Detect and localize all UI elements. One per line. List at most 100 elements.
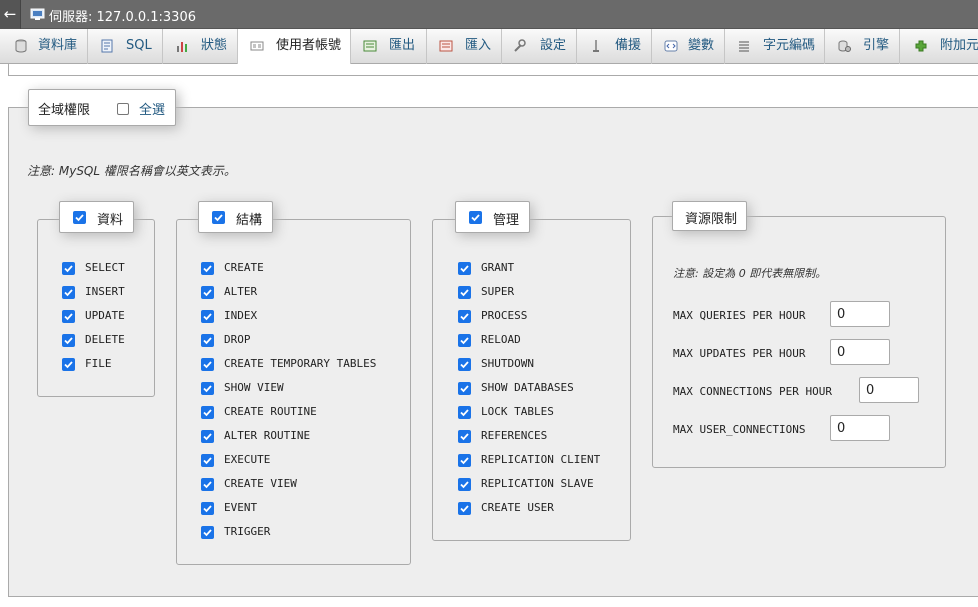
max-updates-input[interactable] xyxy=(830,339,890,365)
privilege-name: PROCESS xyxy=(481,309,528,322)
server-icon xyxy=(30,8,45,20)
max-queries-input[interactable] xyxy=(830,301,890,327)
privilege-name: RELOAD xyxy=(481,333,521,346)
privilege-checkbox[interactable] xyxy=(62,358,75,371)
privilege-checkbox[interactable] xyxy=(201,430,214,443)
privilege-checkbox[interactable] xyxy=(458,286,471,299)
import-icon xyxy=(439,40,453,52)
top-bar: ← 伺服器: 127.0.0.1:3306 xyxy=(0,0,978,29)
tab-charsets[interactable]: 字元編碼 xyxy=(725,29,825,64)
privilege-name: REFERENCES xyxy=(481,429,548,442)
tab-label: 字元編碼 xyxy=(763,38,816,53)
tab-export[interactable]: 匯出 xyxy=(351,29,427,64)
global-privileges-legend: 全域權限 全選 xyxy=(28,89,176,126)
privilege-checkbox[interactable] xyxy=(62,286,75,299)
tab-replication[interactable]: 備援 xyxy=(577,29,652,64)
max-user-connections-input[interactable] xyxy=(830,415,890,441)
select-all-label[interactable]: 全選 xyxy=(139,99,165,118)
privilege-checkbox[interactable] xyxy=(458,430,471,443)
privilege-name: ALTER xyxy=(224,285,258,298)
tab-label: 資料庫 xyxy=(38,38,78,53)
export-icon xyxy=(363,40,377,52)
privilege-name: CREATE TEMPORARY TABLES xyxy=(224,357,377,370)
privilege-name: FILE xyxy=(85,357,112,370)
privilege-name: SHOW DATABASES xyxy=(481,381,574,394)
privilege-checkbox[interactable] xyxy=(201,310,214,323)
privilege-name: UPDATE xyxy=(85,309,125,322)
admin-group-legend[interactable]: 管理 xyxy=(455,201,530,233)
privilege-checkbox[interactable] xyxy=(458,382,471,395)
tab-sql[interactable]: SQL xyxy=(88,29,163,64)
privilege-name: SHOW VIEW xyxy=(224,381,284,394)
privilege-checkbox[interactable] xyxy=(201,382,214,395)
tab-label: 狀態 xyxy=(201,38,228,53)
privilege-checkbox[interactable] xyxy=(458,454,471,467)
privilege-name: TRIGGER xyxy=(224,525,271,538)
structure-group-legend[interactable]: 結構 xyxy=(198,201,273,233)
resource-limits-note: 注意: 設定為 0 即代表無限制。 xyxy=(673,267,827,280)
privilege-checkbox[interactable] xyxy=(201,406,214,419)
privilege-checkbox[interactable] xyxy=(458,478,471,491)
max-connections-label: MAX CONNECTIONS PER HOUR xyxy=(673,385,832,398)
privilege-checkbox[interactable] xyxy=(201,286,214,299)
tab-status[interactable]: 狀態 xyxy=(163,29,238,64)
tab-databases[interactable]: 資料庫 xyxy=(0,29,88,64)
privilege-checkbox[interactable] xyxy=(62,310,75,323)
engines-icon xyxy=(838,40,851,52)
privilege-checkbox[interactable] xyxy=(201,526,214,539)
tab-import[interactable]: 匯入 xyxy=(427,29,502,64)
users-icon xyxy=(250,41,264,51)
back-button[interactable]: ← xyxy=(0,0,21,29)
privilege-checkbox[interactable] xyxy=(458,502,471,515)
select-all-checkbox[interactable] xyxy=(117,103,129,115)
tab-user-accounts[interactable]: 使用者帳號 xyxy=(238,29,351,65)
plugins-icon xyxy=(915,40,927,52)
settings-icon xyxy=(514,39,526,52)
server-title: 伺服器: 127.0.0.1:3306 xyxy=(49,10,196,25)
tab-label: 匯出 xyxy=(389,38,416,53)
data-group-title: 資料 xyxy=(97,213,124,228)
max-updates-label: MAX UPDATES PER HOUR xyxy=(673,347,806,360)
tab-settings[interactable]: 設定 xyxy=(502,29,577,64)
privilege-checkbox[interactable] xyxy=(201,478,214,491)
privilege-checkbox[interactable] xyxy=(201,454,214,467)
privilege-checkbox[interactable] xyxy=(201,334,214,347)
max-user-connections-label: MAX USER_CONNECTIONS xyxy=(673,423,806,436)
privilege-checkbox[interactable] xyxy=(201,502,214,515)
privilege-checkbox[interactable] xyxy=(201,358,214,371)
max-connections-input[interactable] xyxy=(859,377,919,403)
structure-group-title: 結構 xyxy=(236,213,263,228)
privilege-name: SUPER xyxy=(481,285,515,298)
structure-group-checkbox[interactable] xyxy=(212,211,225,224)
privilege-name: GRANT xyxy=(481,261,515,274)
privilege-checkbox[interactable] xyxy=(458,310,471,323)
privilege-checkbox[interactable] xyxy=(62,262,75,275)
privilege-name: EXECUTE xyxy=(224,453,271,466)
privilege-checkbox[interactable] xyxy=(62,334,75,347)
tab-label: 附加元 xyxy=(940,38,978,53)
tab-label: 設定 xyxy=(540,38,567,53)
tab-variables[interactable]: 變數 xyxy=(652,29,725,64)
privilege-name: DELETE xyxy=(85,333,125,346)
replication-icon xyxy=(593,40,599,52)
data-group-checkbox[interactable] xyxy=(73,211,86,224)
admin-group-checkbox[interactable] xyxy=(469,211,482,224)
data-group-legend[interactable]: 資料 xyxy=(59,201,134,233)
tab-engines[interactable]: 引擎 xyxy=(825,29,900,64)
privilege-name: EVENT xyxy=(224,501,258,514)
privilege-checkbox[interactable] xyxy=(458,334,471,347)
privilege-checkbox[interactable] xyxy=(458,262,471,275)
global-privileges-title: 全域權限 xyxy=(38,103,91,118)
privilege-name: REPLICATION SLAVE xyxy=(481,477,594,490)
privilege-checkbox[interactable] xyxy=(458,406,471,419)
status-icon xyxy=(177,42,187,52)
resource-limits-title: 資源限制 xyxy=(685,212,738,227)
privilege-checkbox[interactable] xyxy=(201,262,214,275)
privilege-name: LOCK TABLES xyxy=(481,405,554,418)
privileges-note: 注意: MySQL 權限名稱會以英文表示。 xyxy=(27,164,236,178)
tab-plugins[interactable]: 附加元 xyxy=(900,29,978,64)
privilege-name: SELECT xyxy=(85,261,125,274)
privilege-checkbox[interactable] xyxy=(458,358,471,371)
tab-label: 變數 xyxy=(688,38,715,53)
tab-label: 引擎 xyxy=(863,38,890,53)
